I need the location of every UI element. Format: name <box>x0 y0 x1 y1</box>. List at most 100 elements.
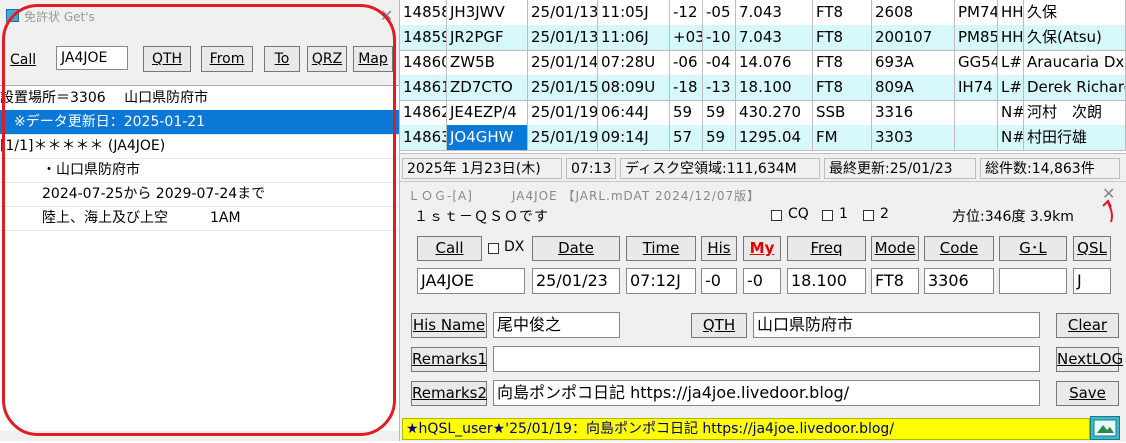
table-cell[interactable]: ZW5B <box>447 50 528 75</box>
table-cell[interactable] <box>955 100 998 125</box>
dx-checkbox[interactable] <box>488 243 499 254</box>
list-item[interactable]: 2024-07-25から 2029-07-24まで <box>0 182 399 207</box>
save-button[interactable]: Save <box>1056 381 1119 406</box>
table-cell[interactable]: -05 <box>703 0 736 25</box>
table-cell[interactable]: 14863 <box>400 125 447 150</box>
table-cell[interactable]: FT8 <box>813 75 872 100</box>
license-call-input[interactable]: JA4JOE <box>56 46 128 70</box>
list-item[interactable]: 設置場所＝3306 山口県防府市 <box>0 86 399 111</box>
time-input[interactable]: 07:12J <box>626 268 696 294</box>
table-cell[interactable] <box>955 125 998 150</box>
table-row[interactable]: 14859 JR2PGF 25/01/13 11:06J +03 -10 7.043 FT8 2… <box>400 25 1126 51</box>
table-cell[interactable]: 09:14J <box>598 125 670 150</box>
table-row[interactable]: 14858 JH3JWV 25/01/13 11:05J -12 -05 7.043 FT8 2… <box>400 0 1126 26</box>
cq-checkbox[interactable] <box>771 210 782 221</box>
table-cell[interactable]: ZD7CTO <box>447 75 528 100</box>
table-cell[interactable]: IH74 <box>955 75 998 100</box>
list-item-selected[interactable]: ※データ更新日：2025-01-21 <box>0 110 399 135</box>
table-cell[interactable]: GG54 <box>955 50 998 75</box>
qsl-input[interactable]: J <box>1073 268 1111 294</box>
gl-input[interactable] <box>999 268 1067 294</box>
table-cell[interactable]: -18 <box>670 75 703 100</box>
to-button[interactable]: To <box>264 46 300 72</box>
qth-button[interactable]: QTH <box>691 313 747 338</box>
table-cell[interactable]: SSB <box>813 100 872 125</box>
table-cell[interactable]: L# <box>998 75 1024 100</box>
qsl-header-button[interactable]: QSL <box>1073 236 1111 261</box>
table-cell[interactable]: 18.100 <box>736 75 813 100</box>
list-item[interactable]: ・山口県防府市 <box>0 158 399 183</box>
table-cell[interactable]: PM85L <box>955 25 998 50</box>
list-item[interactable]: 陸上、海上及び上空 1AM <box>0 206 399 231</box>
checkbox-1[interactable] <box>822 210 833 221</box>
table-row[interactable]: 14863 JO4GHW 25/01/19 09:14J 57 59 1295.04 FM 33… <box>400 125 1126 151</box>
table-cell[interactable]: HHH <box>998 25 1024 50</box>
table-cell[interactable]: 06:44J <box>598 100 670 125</box>
table-cell[interactable]: 59 <box>670 100 703 125</box>
table-cell[interactable]: -10 <box>703 25 736 50</box>
table-row[interactable]: 14860 ZW5B 25/01/14 07:28U -06 -04 14.076 FT8 69… <box>400 50 1126 76</box>
gl-header-button[interactable]: G･L <box>999 236 1067 261</box>
table-cell[interactable]: FT8 <box>813 25 872 50</box>
table-cell[interactable]: L# <box>998 50 1024 75</box>
my-rst-input[interactable]: -0 <box>743 268 781 294</box>
mode-input[interactable]: FT8 <box>871 268 919 294</box>
table-cell[interactable]: FM <box>813 125 872 150</box>
remarks2-button[interactable]: Remarks2 <box>411 381 487 406</box>
table-row[interactable]: 14862 JE4EZP/4 25/01/19 06:44J 59 59 430.270 SS… <box>400 100 1126 126</box>
table-cell[interactable]: 25/01/19 <box>528 100 598 125</box>
table-cell[interactable]: 25/01/13 <box>528 25 598 50</box>
table-cell[interactable]: 200107 <box>872 25 955 50</box>
table-cell[interactable]: 14858 <box>400 0 447 25</box>
table-cell[interactable]: FT8 <box>813 0 872 25</box>
table-cell[interactable]: 25/01/14 <box>528 50 598 75</box>
nextlog-button[interactable]: NextLOG <box>1056 347 1123 372</box>
table-cell[interactable]: 1295.04 <box>736 125 813 150</box>
table-cell[interactable]: FT8 <box>813 50 872 75</box>
his-name-button[interactable]: His Name <box>411 313 487 338</box>
his-rst-header-button[interactable]: His <box>701 236 737 261</box>
freq-input[interactable]: 18.100 <box>787 268 866 294</box>
call-input[interactable]: JA4JOE <box>417 268 525 294</box>
table-cell[interactable]: N# <box>998 125 1024 150</box>
table-cell[interactable]: JH3JWV <box>447 0 528 25</box>
table-cell[interactable]: 14860 <box>400 50 447 75</box>
table-cell[interactable]: 25/01/15 <box>528 75 598 100</box>
time-header-button[interactable]: Time <box>626 236 696 261</box>
table-cell[interactable]: 59 <box>703 125 736 150</box>
table-cell[interactable]: -06 <box>670 50 703 75</box>
table-cell[interactable]: 2608 <box>872 0 955 25</box>
table-cell[interactable]: 08:09U <box>598 75 670 100</box>
table-cell[interactable]: 14.076 <box>736 50 813 75</box>
remarks2-input[interactable]: 向島ポンポコ日記 https://ja4joe.livedoor.blog/ <box>493 380 1040 406</box>
log-table[interactable]: 14858 JH3JWV 25/01/13 11:05J -12 -05 7.043 FT8 2… <box>400 0 1126 152</box>
checkbox-2[interactable] <box>863 210 874 221</box>
qth-button[interactable]: QTH <box>143 46 191 72</box>
freq-header-button[interactable]: Freq <box>787 236 866 261</box>
table-cell[interactable]: 11:05J <box>598 0 670 25</box>
table-cell[interactable]: 07:28U <box>598 50 670 75</box>
table-cell[interactable]: 25/01/13 <box>528 0 598 25</box>
table-cell[interactable]: -04 <box>703 50 736 75</box>
table-cell[interactable]: 25/01/19 <box>528 125 598 150</box>
table-cell[interactable]: Araucaria Dx Group <box>1024 50 1126 75</box>
table-cell[interactable]: JO4GHW <box>447 125 528 150</box>
table-cell[interactable]: HHH <box>998 0 1024 25</box>
table-cell[interactable]: 河村 次朗 <box>1024 100 1126 125</box>
table-cell[interactable]: 14862 <box>400 100 447 125</box>
from-button[interactable]: From <box>201 46 253 72</box>
qth-input[interactable]: 山口県防府市 <box>753 312 1040 338</box>
table-cell[interactable]: 14859 <box>400 25 447 50</box>
table-cell[interactable]: 59 <box>703 100 736 125</box>
table-cell[interactable]: 3316 <box>872 100 955 125</box>
table-cell[interactable]: Derek Richards <box>1024 75 1126 100</box>
table-cell[interactable]: 11:06J <box>598 25 670 50</box>
date-header-button[interactable]: Date <box>532 236 620 261</box>
table-cell[interactable]: 久保(Atsu) <box>1024 25 1126 50</box>
hqsl-card-icon[interactable] <box>1090 416 1120 440</box>
table-cell[interactable]: JR2PGF <box>447 25 528 50</box>
list-item[interactable]: [1/1]＊＊＊＊＊ (JA4JOE) <box>0 134 399 159</box>
table-cell[interactable]: 57 <box>670 125 703 150</box>
table-cell[interactable]: 693A <box>872 50 955 75</box>
table-cell[interactable]: 7.043 <box>736 25 813 50</box>
